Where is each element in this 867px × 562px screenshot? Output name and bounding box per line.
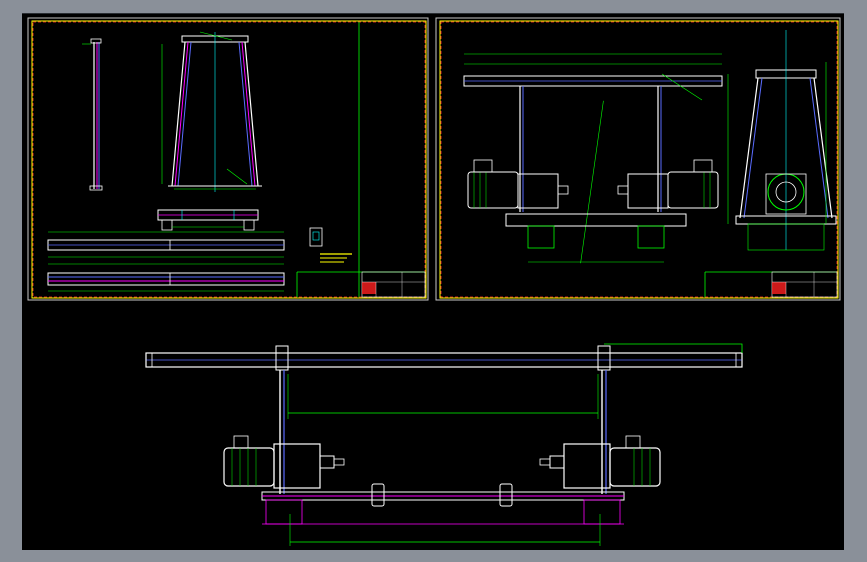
gearbox-right-icon	[539, 443, 611, 489]
titleblock-sheet-1	[361, 271, 426, 298]
detail-bracket	[309, 227, 352, 263]
frame-plan	[157, 209, 259, 231]
frame-elevation	[161, 31, 262, 192]
titleblock-sheet-2	[771, 271, 838, 298]
beam-plan	[47, 263, 285, 292]
motor-right-icon	[667, 159, 719, 209]
cad-drawing	[27, 17, 841, 546]
column-elevation	[82, 38, 103, 191]
gearbox-left-icon	[517, 173, 569, 209]
motor-left-icon	[223, 435, 275, 487]
motor-right-icon	[609, 435, 661, 487]
sheet-2[interactable]	[435, 17, 841, 301]
assembly-side-elevation	[727, 30, 837, 251]
motor-left-icon	[467, 159, 519, 209]
cad-canvas[interactable]	[22, 13, 844, 550]
sheet-1[interactable]	[27, 17, 429, 301]
assembly-front-elevation	[463, 53, 723, 264]
enlarged-front-elevation[interactable]	[145, 343, 743, 546]
beam-elevation	[47, 231, 285, 258]
